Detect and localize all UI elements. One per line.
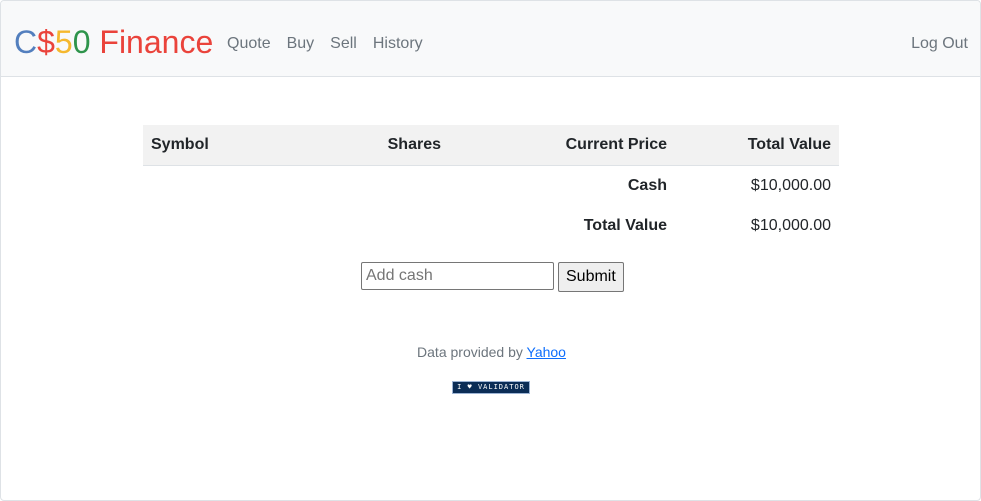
table-cell-empty (143, 206, 351, 246)
brand-digit-5: 5 (54, 24, 73, 60)
add-cash-input[interactable] (361, 262, 554, 290)
brand-logo-link[interactable]: C$50 Finance (14, 22, 213, 62)
portfolio-table: Symbol Shares Current Price Total Value … (143, 125, 839, 246)
yahoo-link[interactable]: Yahoo (527, 344, 566, 360)
add-cash-form: Submit (361, 262, 624, 292)
nav-link-buy[interactable]: Buy (279, 34, 323, 54)
table-row-cash: Cash $10,000.00 (143, 166, 839, 207)
header-shares: Shares (351, 125, 449, 166)
table-row-total: Total Value $10,000.00 (143, 206, 839, 246)
nav-link-sell[interactable]: Sell (322, 34, 365, 54)
brand-finance: Finance (90, 24, 214, 60)
nav-link-quote[interactable]: Quote (219, 34, 279, 54)
logout-link[interactable]: Log Out (911, 34, 968, 54)
data-attribution: Data provided by Yahoo (1, 344, 980, 360)
table-header: Symbol Shares Current Price Total Value (143, 125, 839, 166)
brand-digit-0: 0 (72, 24, 91, 60)
cash-value: $10,000.00 (750, 177, 831, 194)
table-header-row: Symbol Shares Current Price Total Value (143, 125, 839, 166)
table-body: Cash $10,000.00 Total Value $10,000.00 (143, 166, 839, 247)
navbar: C$50 Finance Quote Buy Sell History Log … (1, 1, 980, 77)
app-window: C$50 Finance Quote Buy Sell History Log … (0, 0, 981, 501)
cash-label: Cash (627, 177, 667, 194)
attribution-text: Data provided by (417, 344, 527, 360)
header-symbol: Symbol (143, 125, 351, 166)
brand-letter-c: C (14, 24, 38, 60)
total-value-amount: $10,000.00 (750, 217, 831, 234)
header-current-price: Current Price (449, 125, 675, 166)
submit-button[interactable]: Submit (558, 262, 624, 292)
nav-link-history[interactable]: History (365, 34, 431, 54)
total-value-label: Total Value (583, 217, 667, 234)
nav-links: Quote Buy Sell History (219, 34, 431, 54)
brand-dollar: $ (37, 24, 55, 60)
table-cell-empty (351, 206, 449, 246)
table-cell-empty (143, 166, 351, 207)
header-total-value: Total Value (675, 125, 839, 166)
table-cell-empty (351, 166, 449, 207)
validator-badge[interactable]: I ♥ VALIDATOR (452, 381, 530, 394)
